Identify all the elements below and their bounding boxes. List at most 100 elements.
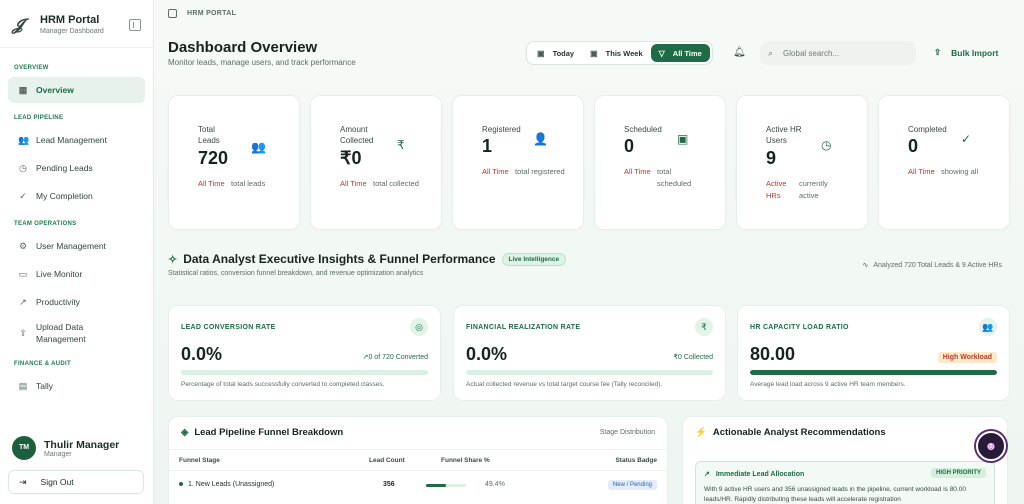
sidebar-item-label: Productivity	[36, 297, 80, 307]
kpi-description: Actual collected revenue vs total target…	[466, 381, 663, 388]
calendar-icon: ▣	[590, 48, 598, 58]
stat-period: All Time	[908, 167, 935, 176]
stat-note: currently active	[799, 179, 828, 200]
kpi-value: 0.0%	[181, 344, 223, 364]
filter-today[interactable]: ▣ Today	[529, 44, 582, 62]
upload-icon: ⇪	[19, 328, 27, 338]
users-icon: 👥	[979, 318, 997, 336]
filter-all-time[interactable]: ▽ All Time	[650, 44, 710, 62]
kpi-financial-realization: FINANCIAL REALIZATION RATE ₹ 0.0% ₹0 Col…	[453, 305, 726, 401]
funnel-title: Lead Pipeline Funnel Breakdown	[194, 427, 344, 438]
kpi-progress-bar	[750, 370, 997, 375]
stat-value: 0	[624, 136, 635, 156]
panel-icon[interactable]	[168, 9, 177, 18]
kpi-value: 0.0%	[466, 344, 508, 364]
stage-dot	[179, 482, 183, 487]
time-filter: ▣ Today ▣ This Week ▽ All Time	[526, 41, 713, 65]
stat-value: 1	[482, 136, 493, 156]
recommendation-card[interactable]: ↗ Immediate Lead Allocation HIGH PRIORIT…	[695, 461, 995, 504]
stat-period: Active HRs	[766, 179, 787, 200]
bell-icon[interactable]: 🔔︎	[733, 47, 746, 58]
sidebar-item-live-monitor[interactable]: ▭ Live Monitor	[8, 261, 145, 287]
sidebar-item-productivity[interactable]: ↗ Productivity	[8, 289, 145, 315]
user-profile[interactable]: TM Thulir Manager Manager	[0, 430, 154, 466]
column-header: Status Badge	[615, 457, 657, 464]
priority-badge: HIGH PRIORITY	[930, 468, 986, 478]
upload-icon: ⇪	[934, 47, 942, 57]
recommendations-panel: ⚡ Actionable Analyst Recommendations ↗ I…	[682, 416, 1008, 504]
recommendations-heading: ⚡ Actionable Analyst Recommendations	[695, 427, 886, 438]
stat-period: All Time	[624, 167, 651, 176]
stat-value: 0	[908, 136, 919, 156]
funnel-stage: 1. New Leads (Unassigned)	[179, 481, 274, 488]
recommendations-title: Actionable Analyst Recommendations	[712, 427, 886, 438]
stat-value: 9	[766, 148, 777, 168]
stat-period: All Time	[482, 167, 509, 176]
logout-icon: ⇥	[19, 476, 27, 487]
filter-label: All Time	[672, 48, 702, 58]
user-check-icon: 👤	[533, 132, 548, 146]
sidebar-item-label: Pending Leads	[36, 163, 93, 173]
insights-title: Data Analyst Executive Insights & Funnel…	[183, 252, 496, 266]
filter-this-week[interactable]: ▣ This Week	[582, 44, 651, 62]
trending-up-icon: ↗	[19, 297, 27, 307]
recommendation-body: With 9 active HR users and 356 unassigne…	[704, 486, 966, 503]
bulk-import-label: Bulk Import	[951, 47, 999, 58]
stat-note: total collected	[373, 179, 419, 188]
column-header: Funnel Share %	[441, 457, 490, 464]
kpi-progress-bar	[466, 370, 713, 375]
stat-note: total registered	[515, 167, 565, 176]
assistant-avatar-icon[interactable]: ☻	[976, 431, 1006, 461]
search-icon: ⌕	[768, 47, 774, 58]
funnel-table-header: Funnel Stage Lead Count Funnel Share % S…	[169, 449, 667, 471]
section-lead-pipeline: LEAD PIPELINE	[14, 115, 64, 121]
stat-label: Completed	[908, 125, 947, 134]
kpi-lead-conversion: LEAD CONVERSION RATE ◎ 0.0% ↗0 of 720 Co…	[168, 305, 441, 401]
sidebar-item-label: My Completion	[36, 191, 93, 201]
check-circle-icon: ✓	[19, 191, 27, 201]
stat-period: All Time	[340, 179, 367, 188]
clock-icon: ◷	[19, 163, 27, 173]
sidebar-item-my-completion[interactable]: ✓ My Completion	[8, 183, 145, 209]
stat-card-scheduled: Scheduled 0 ▣ All Time total scheduled	[594, 95, 726, 230]
sign-out-button[interactable]: ⇥ Sign Out	[8, 470, 144, 494]
stat-label: Amount Collected	[340, 125, 374, 145]
stat-note: showing all	[941, 167, 979, 176]
live-badge: Live Intelligence	[501, 252, 567, 266]
stat-label: Active HR Users	[766, 125, 802, 145]
layers-icon: ◈	[181, 427, 189, 438]
rupee-icon: ₹	[695, 318, 713, 336]
kpi-description: Average lead load across 9 active HR tea…	[750, 381, 906, 388]
collapse-sidebar-icon[interactable]	[129, 18, 141, 31]
stat-note: total scheduled	[657, 167, 692, 188]
sidebar-item-upload-data[interactable]: ⇪ Upload Data Management	[8, 317, 145, 349]
lead-count: 356	[383, 481, 395, 488]
brand-subtitle: Manager Dashboard	[40, 28, 104, 35]
sidebar-item-lead-management[interactable]: 👥 Lead Management	[8, 127, 145, 153]
kpi-hr-capacity: HR CAPACITY LOAD RATIO 👥 80.00 High Work…	[737, 305, 1010, 401]
sidebar-item-pending-leads[interactable]: ◷ Pending Leads	[8, 155, 145, 181]
kpi-progress-fill	[750, 370, 997, 375]
clock-icon: ◷	[821, 138, 832, 152]
sign-out-label: Sign Out	[40, 477, 74, 487]
section-overview: OVERVIEW	[14, 65, 49, 71]
stat-card-completed: Completed 0 ✓ All Time showing all	[878, 95, 1010, 230]
sidebar-item-label: User Management	[36, 241, 106, 251]
search-input[interactable]: ⌕ Global search...	[760, 41, 916, 65]
bulk-import-button[interactable]: ⇪ Bulk Import	[934, 47, 998, 58]
brand-title: HRM Portal	[40, 14, 100, 26]
stat-label: Registered	[482, 125, 521, 134]
workload-badge: High Workload	[937, 352, 997, 363]
recommendation-title-row: ↗ Immediate Lead Allocation	[704, 470, 804, 478]
stat-value: ₹0	[340, 148, 362, 168]
stage-label: 1. New Leads (Unassigned)	[188, 481, 275, 488]
user-name: Thulir Manager	[44, 438, 120, 451]
users-icon: 👥	[251, 140, 266, 154]
kpi-description: Percentage of total leads successfully c…	[181, 381, 385, 388]
stat-card-total-leads: Total Leads 720 👥 All Time total leads	[168, 95, 300, 230]
main-content: HRM PORTAL Dashboard Overview Monitor le…	[154, 0, 1024, 504]
sidebar-item-overview[interactable]: ▦ Overview	[8, 77, 145, 103]
sidebar-item-user-management[interactable]: ⚙ User Management	[8, 233, 145, 259]
sidebar-item-tally[interactable]: ▤ Tally	[8, 373, 145, 399]
share-percent: 49.4%	[485, 481, 505, 488]
